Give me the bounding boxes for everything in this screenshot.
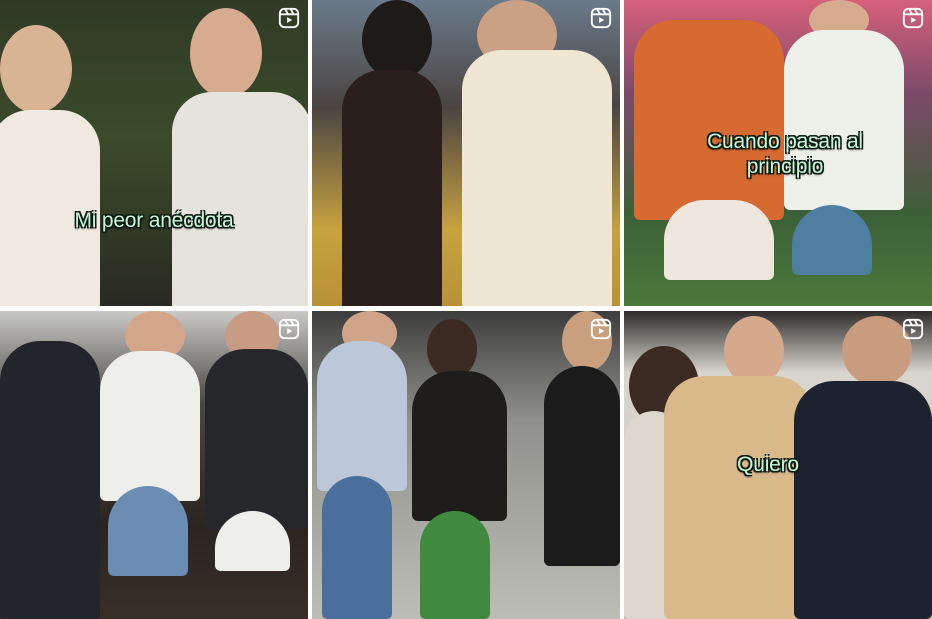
person-image bbox=[544, 366, 620, 566]
person-image bbox=[462, 50, 612, 306]
reel-thumbnail-5[interactable] bbox=[312, 311, 620, 619]
person-image bbox=[784, 30, 904, 210]
person-image bbox=[794, 381, 932, 619]
person-image bbox=[0, 25, 72, 113]
person-image bbox=[100, 351, 200, 501]
reels-icon bbox=[590, 7, 612, 29]
person-image bbox=[412, 371, 507, 521]
reels-icon bbox=[278, 7, 300, 29]
person-image bbox=[664, 376, 814, 619]
person-image bbox=[322, 476, 392, 619]
reel-caption: Cuando pasan al principio bbox=[707, 130, 863, 178]
person-image bbox=[190, 8, 262, 98]
person-image bbox=[108, 486, 188, 576]
person-image bbox=[362, 0, 432, 80]
person-image bbox=[172, 92, 308, 306]
reel-caption: Mi peor anécdota bbox=[74, 209, 234, 232]
reel-thumbnail-2[interactable] bbox=[312, 0, 620, 306]
person-image bbox=[0, 341, 100, 619]
reels-icon bbox=[590, 318, 612, 340]
person-image bbox=[342, 70, 442, 306]
person-image bbox=[317, 341, 407, 491]
reel-thumbnail-4[interactable] bbox=[0, 311, 308, 619]
person-image bbox=[205, 349, 308, 529]
reel-thumbnail-6[interactable]: Quiero bbox=[624, 311, 932, 619]
reel-caption: Quiero bbox=[737, 453, 799, 476]
person-image bbox=[634, 20, 784, 220]
reels-icon bbox=[902, 7, 924, 29]
reel-thumbnail-3[interactable]: Cuando pasan al principio bbox=[624, 0, 932, 306]
reels-icon bbox=[902, 318, 924, 340]
reels-icon bbox=[278, 318, 300, 340]
person-image bbox=[427, 319, 477, 379]
person-image bbox=[664, 200, 774, 280]
person-image bbox=[792, 205, 872, 275]
reels-grid: Mi peor anécdota Cuando pasan al princip… bbox=[0, 0, 932, 619]
reel-thumbnail-1[interactable]: Mi peor anécdota bbox=[0, 0, 308, 306]
person-image bbox=[420, 511, 490, 619]
